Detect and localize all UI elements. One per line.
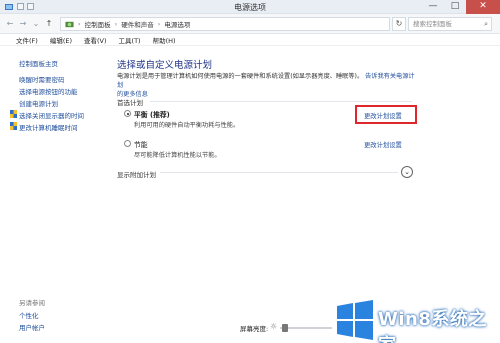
power-saver-change-settings-link[interactable]: 更改计划设置 (364, 140, 402, 149)
chevron-down-icon[interactable]: ⌄ (401, 166, 413, 178)
brightness-slider-thumb[interactable] (282, 324, 289, 332)
address-bar: ← → ⌄ ↑ › 控制面板 › 硬件和声音 › 电源选项 ↻ 搜索控制面板 ⌕ (0, 14, 500, 34)
search-placeholder: 搜索控制面板 (413, 20, 452, 28)
minimize-button[interactable]: — (422, 0, 444, 14)
breadcrumb-separator: › (157, 20, 161, 28)
breadcrumb-control-panel[interactable]: 控制面板 (85, 19, 111, 29)
search-input[interactable]: 搜索控制面板 ⌕ (408, 17, 492, 31)
breadcrumb-separator: › (78, 20, 81, 28)
sidebar: 控制面板主页 唤醒时需要密码 选择电源按钮的功能 创建电源计划 选择关闭显示器的… (0, 47, 100, 343)
breadcrumb[interactable]: › 控制面板 › 硬件和声音 › 电源选项 (60, 17, 390, 31)
menu-edit[interactable]: 编辑(E) (50, 35, 72, 45)
power-saver-plan-radio[interactable] (124, 140, 131, 147)
close-button[interactable]: ✕ (466, 0, 500, 14)
breadcrumb-power-options[interactable]: 电源选项 (164, 19, 190, 29)
see-also-heading: 另请参阅 (19, 299, 45, 307)
sidebar-item-home[interactable]: 控制面板主页 (19, 58, 58, 68)
control-panel-icon (65, 21, 74, 27)
screen-brightness-label: 屏幕亮度: (240, 325, 269, 333)
divider (150, 101, 412, 102)
preferred-plans-label: 首选计划 (117, 99, 143, 107)
forward-arrow-icon[interactable]: → (17, 18, 29, 30)
sidebar-item-sleep-time[interactable]: 更改计算机睡眠时间 (19, 122, 78, 132)
menu-bar: 文件(F) 编辑(E) 查看(V) 工具(T) 帮助(H) (0, 34, 500, 46)
back-arrow-icon[interactable]: ← (4, 18, 16, 30)
balanced-plan-name[interactable]: 平衡 (推荐) (134, 109, 170, 119)
divider (160, 172, 398, 173)
page-description: 电源计划是用于管理计算机如何使用电源的一套硬件和系统设置(如显示器亮度、睡眠等)… (117, 72, 417, 99)
sidebar-item-power-button[interactable]: 选择电源按钮的功能 (19, 86, 78, 96)
shield-icon (10, 110, 17, 118)
up-arrow-icon[interactable]: ↑ (43, 18, 55, 30)
shield-icon (10, 122, 17, 130)
breadcrumb-separator: › (114, 20, 118, 28)
menu-help[interactable]: 帮助(H) (153, 35, 176, 45)
see-also-personalization[interactable]: 个性化 (19, 310, 39, 320)
balanced-plan-radio[interactable] (124, 110, 131, 117)
sidebar-item-wake-password[interactable]: 唤醒时需要密码 (19, 74, 65, 84)
menu-tools[interactable]: 工具(T) (119, 35, 141, 45)
menu-file[interactable]: 文件(F) (16, 35, 38, 45)
description-text: 电源计划是用于管理计算机如何使用电源的一套硬件和系统设置(如显示器亮度、睡眠等)… (117, 73, 364, 80)
refresh-icon[interactable]: ↻ (392, 17, 406, 31)
see-also-user-accounts[interactable]: 用户帐户 (19, 322, 45, 332)
search-icon[interactable]: ⌕ (484, 18, 488, 30)
watermark-text: Win8系统之家 (378, 309, 487, 343)
sidebar-item-display-off[interactable]: 选择关闭显示器的时间 (19, 110, 84, 120)
highlight-box (355, 105, 417, 124)
recent-dropdown-icon[interactable]: ⌄ (30, 18, 42, 30)
power-saver-plan-name[interactable]: 节能 (134, 139, 148, 149)
power-saver-plan-description: 尽可能降低计算机性能以节能。 (134, 152, 221, 159)
breadcrumb-hardware-sound[interactable]: 硬件和声音 (121, 19, 154, 29)
show-additional-plans-label[interactable]: 显示附加计划 (117, 169, 156, 179)
sidebar-item-create-plan[interactable]: 创建电源计划 (19, 98, 58, 108)
balanced-plan-description: 利用可用的硬件自动平衡功耗与性能。 (134, 122, 240, 129)
brightness-low-icon: ☼ (270, 322, 278, 331)
title-bar: 电源选项 — □ ✕ (0, 0, 500, 14)
maximize-button[interactable]: □ (444, 0, 466, 14)
page-title: 选择或自定义电源计划 (117, 60, 213, 71)
menu-view[interactable]: 查看(V) (84, 35, 107, 45)
